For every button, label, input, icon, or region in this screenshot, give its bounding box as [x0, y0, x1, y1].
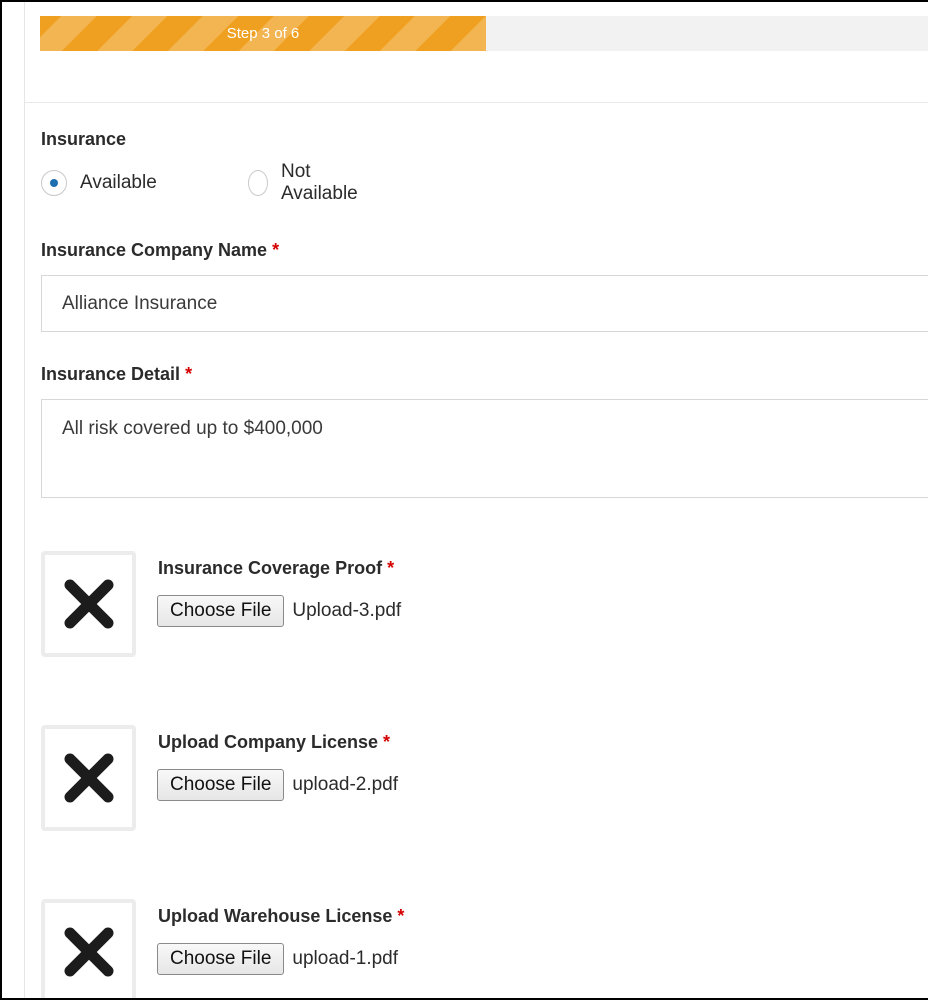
selected-file-name: upload-1.pdf [292, 948, 399, 969]
step-progress-bar: Step 3 of 6 [40, 16, 928, 51]
choose-file-button[interactable]: Choose File [157, 769, 285, 801]
company-name-label: Insurance Company Name * [41, 240, 279, 261]
warehouse-license-title-text: Upload Warehouse License [158, 906, 393, 926]
insurance-detail-textarea[interactable]: All risk covered up to $400,000 [41, 399, 928, 498]
step-progress-label: Step 3 of 6 [226, 25, 300, 42]
company-license-file-input: Choose File upload-2.pdf [157, 768, 398, 802]
radio-not-available-label: Not Available [280, 161, 358, 204]
radio-available[interactable]: Available [41, 168, 157, 198]
warehouse-license-file-input: Choose File upload-1.pdf [157, 942, 398, 976]
choose-file-button[interactable]: Choose File [157, 943, 285, 975]
upload-preview-thumbnail [41, 551, 136, 657]
required-marker: * [185, 364, 193, 384]
section-divider [24, 102, 928, 103]
insurance-label: Insurance [41, 129, 127, 149]
required-marker: * [387, 558, 395, 578]
form-panel: Step 3 of 6 Insurance Available Not Avai… [0, 0, 928, 1000]
close-icon [64, 753, 113, 803]
coverage-proof-file-input: Choose File Upload-3.pdf [157, 594, 401, 628]
close-icon [64, 927, 113, 977]
choose-file-button[interactable]: Choose File [157, 595, 285, 627]
warehouse-license-title: Upload Warehouse License * [158, 906, 404, 927]
step-progress-fill: Step 3 of 6 [40, 16, 486, 51]
radio-not-available[interactable]: Not Available [248, 161, 364, 204]
radio-not-available-circle[interactable] [248, 170, 268, 196]
selected-file-name: upload-2.pdf [292, 774, 399, 795]
company-license-title: Upload Company License * [158, 732, 390, 753]
radio-selected-dot [50, 179, 58, 187]
coverage-proof-title-text: Insurance Coverage Proof [158, 558, 383, 578]
company-name-input[interactable] [41, 275, 928, 332]
company-license-title-text: Upload Company License [158, 732, 379, 752]
selected-file-name: Upload-3.pdf [292, 600, 402, 621]
required-marker: * [272, 240, 280, 260]
upload-preview-thumbnail [41, 899, 136, 998]
insurance-detail-label: Insurance Detail * [41, 364, 192, 385]
close-icon [64, 579, 113, 629]
panel-edge [24, 2, 25, 998]
radio-available-circle[interactable] [41, 170, 67, 196]
required-marker: * [397, 906, 405, 926]
insurance-detail-label-text: Insurance Detail [41, 364, 181, 384]
upload-preview-thumbnail [41, 725, 136, 831]
coverage-proof-title: Insurance Coverage Proof * [158, 558, 394, 579]
radio-available-label: Available [80, 172, 157, 193]
company-name-label-text: Insurance Company Name [41, 240, 268, 260]
required-marker: * [383, 732, 391, 752]
